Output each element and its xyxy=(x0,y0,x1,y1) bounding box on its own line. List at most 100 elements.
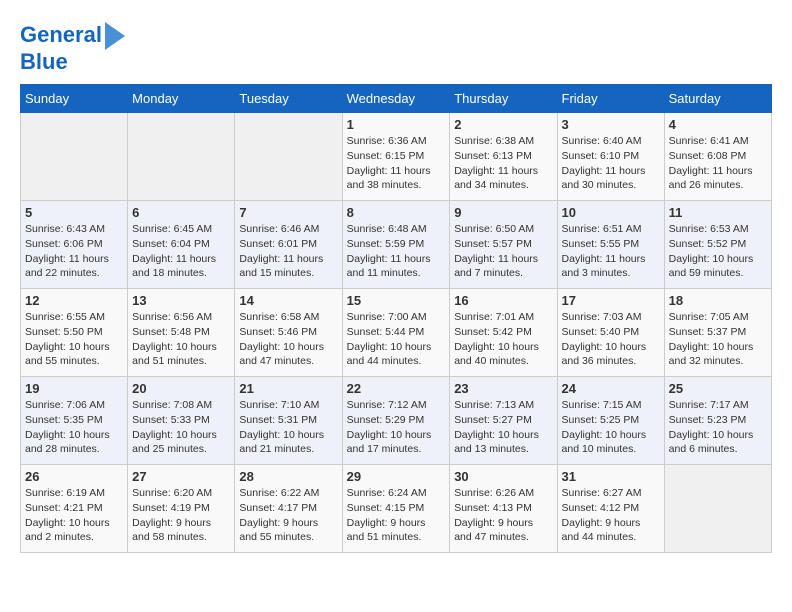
day-info: Sunrise: 6:22 AM Sunset: 4:17 PM Dayligh… xyxy=(239,486,337,545)
day-info: Sunrise: 7:10 AM Sunset: 5:31 PM Dayligh… xyxy=(239,398,337,457)
day-number: 4 xyxy=(669,117,767,132)
calendar-cell: 24Sunrise: 7:15 AM Sunset: 5:25 PM Dayli… xyxy=(557,377,664,465)
day-number: 21 xyxy=(239,381,337,396)
calendar-cell: 18 Sunrise: 7:05 AM Sunset: 5:37 PM Dayli… xyxy=(664,289,771,377)
day-info: Sunrise: 7:01 AM Sunset: 5:42 PM Dayligh… xyxy=(454,310,552,369)
day-info: Sunrise: 6:50 AM Sunset: 5:57 PM Dayligh… xyxy=(454,222,552,281)
day-info: Sunrise: 6:56 AM Sunset: 5:48 PM Dayligh… xyxy=(132,310,230,369)
day-number: 22 xyxy=(347,381,446,396)
day-info: Sunrise: 6:27 AM Sunset: 4:12 PM Dayligh… xyxy=(562,486,660,545)
calendar-cell: 10 Sunrise: 6:51 AM Sunset: 5:55 PM Dayli… xyxy=(557,201,664,289)
day-number: 11 xyxy=(669,205,767,220)
day-number: 6 xyxy=(132,205,230,220)
week-row-3: 12 Sunrise: 6:55 AM Sunset: 5:50 PM Dayli… xyxy=(21,289,772,377)
week-row-5: 26 Sunrise: 6:19 AM Sunset: 4:21 PM Dayli… xyxy=(21,465,772,553)
week-row-1: 1 Sunrise: 6:36 AM Sunset: 6:15 PM Daylig… xyxy=(21,113,772,201)
day-info: Sunrise: 6:38 AM Sunset: 6:13 PM Dayligh… xyxy=(454,134,552,193)
day-info: Sunrise: 7:12 AM Sunset: 5:29 PM Dayligh… xyxy=(347,398,446,457)
day-header-friday: Friday xyxy=(557,85,664,113)
day-info: Sunrise: 7:15 AM Sunset: 5:25 PM Dayligh… xyxy=(562,398,660,457)
calendar-cell: 2 Sunrise: 6:38 AM Sunset: 6:13 PM Daylig… xyxy=(450,113,557,201)
logo: General Blue xyxy=(20,20,125,74)
day-header-sunday: Sunday xyxy=(21,85,128,113)
day-info: Sunrise: 6:45 AM Sunset: 6:04 PM Dayligh… xyxy=(132,222,230,281)
calendar-cell: 29Sunrise: 6:24 AM Sunset: 4:15 PM Dayli… xyxy=(342,465,450,553)
day-info: Sunrise: 7:17 AM Sunset: 5:23 PM Dayligh… xyxy=(669,398,767,457)
day-info: Sunrise: 7:03 AM Sunset: 5:40 PM Dayligh… xyxy=(562,310,660,369)
day-info: Sunrise: 6:58 AM Sunset: 5:46 PM Dayligh… xyxy=(239,310,337,369)
day-number: 26 xyxy=(25,469,123,484)
calendar-cell: 21 Sunrise: 7:10 AM Sunset: 5:31 PM Dayli… xyxy=(235,377,342,465)
day-number: 13 xyxy=(132,293,230,308)
day-header-tuesday: Tuesday xyxy=(235,85,342,113)
calendar-table: SundayMondayTuesdayWednesdayThursdayFrid… xyxy=(20,84,772,553)
day-number: 14 xyxy=(239,293,337,308)
day-info: Sunrise: 6:46 AM Sunset: 6:01 PM Dayligh… xyxy=(239,222,337,281)
day-info: Sunrise: 6:36 AM Sunset: 6:15 PM Dayligh… xyxy=(347,134,446,193)
day-number: 17 xyxy=(562,293,660,308)
calendar-cell: 11 Sunrise: 6:53 AM Sunset: 5:52 PM Dayli… xyxy=(664,201,771,289)
calendar-cell: 15 Sunrise: 7:00 AM Sunset: 5:44 PM Dayli… xyxy=(342,289,450,377)
day-info: Sunrise: 6:43 AM Sunset: 6:06 PM Dayligh… xyxy=(25,222,123,281)
day-info: Sunrise: 6:20 AM Sunset: 4:19 PM Dayligh… xyxy=(132,486,230,545)
logo-blue-text: Blue xyxy=(20,50,68,74)
day-number: 23 xyxy=(454,381,552,396)
day-number: 15 xyxy=(347,293,446,308)
day-info: Sunrise: 6:55 AM Sunset: 5:50 PM Dayligh… xyxy=(25,310,123,369)
calendar-cell: 1 Sunrise: 6:36 AM Sunset: 6:15 PM Daylig… xyxy=(342,113,450,201)
calendar-cell: 4 Sunrise: 6:41 AM Sunset: 6:08 PM Daylig… xyxy=(664,113,771,201)
calendar-cell: 13 Sunrise: 6:56 AM Sunset: 5:48 PM Dayli… xyxy=(128,289,235,377)
day-info: Sunrise: 6:53 AM Sunset: 5:52 PM Dayligh… xyxy=(669,222,767,281)
calendar-cell: 16 Sunrise: 7:01 AM Sunset: 5:42 PM Dayli… xyxy=(450,289,557,377)
day-info: Sunrise: 6:19 AM Sunset: 4:21 PM Dayligh… xyxy=(25,486,123,545)
calendar-cell: 9 Sunrise: 6:50 AM Sunset: 5:57 PM Daylig… xyxy=(450,201,557,289)
day-info: Sunrise: 6:48 AM Sunset: 5:59 PM Dayligh… xyxy=(347,222,446,281)
day-info: Sunrise: 7:00 AM Sunset: 5:44 PM Dayligh… xyxy=(347,310,446,369)
day-number: 9 xyxy=(454,205,552,220)
day-info: Sunrise: 7:06 AM Sunset: 5:35 PM Dayligh… xyxy=(25,398,123,457)
day-number: 1 xyxy=(347,117,446,132)
calendar-cell xyxy=(128,113,235,201)
day-number: 12 xyxy=(25,293,123,308)
week-row-4: 19 Sunrise: 7:06 AM Sunset: 5:35 PM Dayli… xyxy=(21,377,772,465)
calendar-cell: 5 Sunrise: 6:43 AM Sunset: 6:06 PM Daylig… xyxy=(21,201,128,289)
day-info: Sunrise: 6:40 AM Sunset: 6:10 PM Dayligh… xyxy=(562,134,660,193)
day-number: 28 xyxy=(239,469,337,484)
calendar-cell xyxy=(21,113,128,201)
day-header-monday: Monday xyxy=(128,85,235,113)
day-info: Sunrise: 6:26 AM Sunset: 4:13 PM Dayligh… xyxy=(454,486,552,545)
day-number: 2 xyxy=(454,117,552,132)
day-number: 27 xyxy=(132,469,230,484)
day-number: 8 xyxy=(347,205,446,220)
calendar-cell: 8 Sunrise: 6:48 AM Sunset: 5:59 PM Daylig… xyxy=(342,201,450,289)
calendar-cell: 23Sunrise: 7:13 AM Sunset: 5:27 PM Dayli… xyxy=(450,377,557,465)
calendar-cell: 30Sunrise: 6:26 AM Sunset: 4:13 PM Dayli… xyxy=(450,465,557,553)
day-info: Sunrise: 7:05 AM Sunset: 5:37 PM Dayligh… xyxy=(669,310,767,369)
calendar-cell: 22 Sunrise: 7:12 AM Sunset: 5:29 PM Dayli… xyxy=(342,377,450,465)
day-info: Sunrise: 6:51 AM Sunset: 5:55 PM Dayligh… xyxy=(562,222,660,281)
calendar-cell: 6 Sunrise: 6:45 AM Sunset: 6:04 PM Daylig… xyxy=(128,201,235,289)
day-header-thursday: Thursday xyxy=(450,85,557,113)
calendar-cell xyxy=(235,113,342,201)
day-number: 5 xyxy=(25,205,123,220)
week-row-2: 5 Sunrise: 6:43 AM Sunset: 6:06 PM Daylig… xyxy=(21,201,772,289)
day-info: Sunrise: 7:08 AM Sunset: 5:33 PM Dayligh… xyxy=(132,398,230,457)
calendar-cell: 28 Sunrise: 6:22 AM Sunset: 4:17 PM Dayli… xyxy=(235,465,342,553)
day-number: 18 xyxy=(669,293,767,308)
calendar-cell: 20Sunrise: 7:08 AM Sunset: 5:33 PM Dayli… xyxy=(128,377,235,465)
calendar-cell: 12 Sunrise: 6:55 AM Sunset: 5:50 PM Dayli… xyxy=(21,289,128,377)
day-info: Sunrise: 6:41 AM Sunset: 6:08 PM Dayligh… xyxy=(669,134,767,193)
calendar-cell: 25 Sunrise: 7:17 AM Sunset: 5:23 PM Dayli… xyxy=(664,377,771,465)
day-number: 19 xyxy=(25,381,123,396)
calendar-cell: 3 Sunrise: 6:40 AM Sunset: 6:10 PM Daylig… xyxy=(557,113,664,201)
day-number: 25 xyxy=(669,381,767,396)
day-number: 7 xyxy=(239,205,337,220)
calendar-cell: 14 Sunrise: 6:58 AM Sunset: 5:46 PM Dayli… xyxy=(235,289,342,377)
calendar-cell xyxy=(664,465,771,553)
day-number: 16 xyxy=(454,293,552,308)
calendar-cell: 31Sunrise: 6:27 AM Sunset: 4:12 PM Dayli… xyxy=(557,465,664,553)
day-number: 10 xyxy=(562,205,660,220)
day-number: 3 xyxy=(562,117,660,132)
calendar-cell: 7 Sunrise: 6:46 AM Sunset: 6:01 PM Daylig… xyxy=(235,201,342,289)
days-header-row: SundayMondayTuesdayWednesdayThursdayFrid… xyxy=(21,85,772,113)
